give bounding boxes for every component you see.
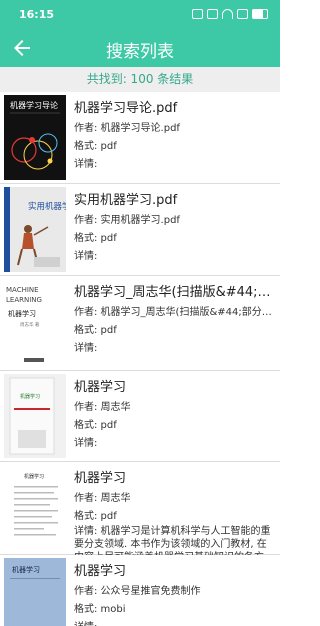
cover-author: 周志华 著 — [20, 321, 40, 328]
result-format: 格式: pdf — [74, 511, 117, 522]
wifi-icon — [222, 9, 233, 19]
cover-line2: LEARNING — [6, 296, 42, 304]
battery-icon — [252, 9, 268, 19]
result-info: 机器学习_周志华(扫描版&#44;部分... 作者: 机器学习_周志华(扫描版&… — [74, 281, 276, 354]
result-details: 详情: — [74, 159, 98, 170]
result-title: 机器学习 — [74, 380, 127, 395]
result-info: 机器学习导论.pdf 作者: 机器学习导论.pdf 格式: pdf 详情: — [74, 97, 276, 170]
result-item[interactable]: MACHINE LEARNING 机器学习 周志华 著 机器学习_周志华(扫描版… — [0, 276, 280, 371]
page-title: 搜索列表 — [106, 42, 174, 62]
result-author: 作者: 周志华 — [74, 493, 131, 504]
cover-title: 机器学习 — [20, 393, 40, 400]
cover-title: 机器学习 — [12, 565, 40, 574]
cover-art: 机器学习导论 — [4, 95, 66, 180]
result-item[interactable]: 机器学习 机器学习 作者: 周志华 格式: pdf 详情: 机器学习是计算机科学… — [0, 462, 280, 576]
app-bar: 搜索列表 — [0, 30, 280, 67]
result-info: 机器学习 作者: 周志华 格式: pdf 详情: — [74, 376, 276, 449]
book-cover: 机器学习导论 — [4, 95, 66, 180]
result-item[interactable]: 机器学习导论 机器学习导论.pdf 作者: 机器学习导论.pdf 格式: pdf… — [0, 92, 280, 184]
result-format: 格式: pdf — [74, 233, 117, 244]
result-details: 详情: — [74, 343, 98, 354]
result-item[interactable]: 机器学习 机器学习 作者: 公众号星推官免费制作 格式: mobi 详情: — [0, 555, 280, 626]
cover-title: 机器学习导论 — [10, 100, 58, 110]
result-author: 作者: 实用机器学习.pdf — [74, 215, 180, 226]
status-bar: 16:15 — [0, 0, 280, 30]
result-details: 详情: — [74, 438, 98, 449]
book-cover: 机器学习 — [4, 466, 66, 550]
result-title: 机器学习 — [74, 471, 127, 486]
result-author: 作者: 机器学习导论.pdf — [74, 123, 180, 134]
result-author: 作者: 周志华 — [74, 402, 131, 413]
result-author: 作者: 机器学习_周志华(扫描版&#44;部分彩图)... — [74, 307, 276, 318]
cover-art: 实用机器学习 — [4, 187, 66, 272]
network-icon — [237, 9, 248, 19]
signal-icon — [207, 9, 218, 19]
result-title: 机器学习导论.pdf — [74, 101, 178, 116]
result-details: 详情: — [74, 251, 98, 262]
result-format: 格式: pdf — [74, 420, 117, 431]
result-title: 实用机器学习.pdf — [74, 193, 178, 208]
status-time: 16:15 — [19, 8, 55, 21]
result-info: 机器学习 作者: 公众号星推官免费制作 格式: mobi 详情: — [74, 560, 276, 626]
book-cover: 实用机器学习 — [4, 187, 66, 272]
cover-art: 机器学习 — [4, 558, 66, 626]
book-cover: 机器学习 — [4, 558, 66, 626]
book-cover: 机器学习 — [4, 374, 66, 458]
cover-title: 实用机器学习 — [28, 201, 66, 212]
result-item[interactable]: 机器学习 机器学习 作者: 周志华 格式: pdf 详情: — [0, 371, 280, 462]
result-title: 机器学习 — [74, 564, 127, 579]
result-details: 详情: — [74, 618, 276, 626]
cover-zh-title: 机器学习 — [8, 309, 36, 318]
result-format: 格式: pdf — [74, 325, 117, 336]
notification-icon — [192, 9, 203, 19]
cover-title: 机器学习 — [24, 473, 44, 480]
result-item[interactable]: 实用机器学习 实用机器学习.pdf 作者: 实用机器学习.pdf 格式: pdf… — [0, 184, 280, 276]
result-title: 机器学习_周志华(扫描版&#44;部分... — [74, 285, 276, 300]
result-format: 格式: pdf — [74, 141, 117, 152]
result-info: 实用机器学习.pdf 作者: 实用机器学习.pdf 格式: pdf 详情: — [74, 189, 276, 262]
cover-line1: MACHINE — [6, 286, 39, 294]
result-count: 共找到: 100 条结果 — [0, 67, 280, 92]
cover-art: MACHINE LEARNING 机器学习 周志华 著 — [4, 280, 66, 366]
book-cover: MACHINE LEARNING 机器学习 周志华 著 — [4, 280, 66, 366]
result-author: 作者: 公众号星推官免费制作 — [74, 586, 201, 597]
cover-art: 机器学习 — [4, 374, 66, 458]
status-icons — [192, 9, 268, 19]
cover-art: 机器学习 — [4, 466, 66, 550]
result-format: 格式: mobi — [74, 604, 126, 615]
